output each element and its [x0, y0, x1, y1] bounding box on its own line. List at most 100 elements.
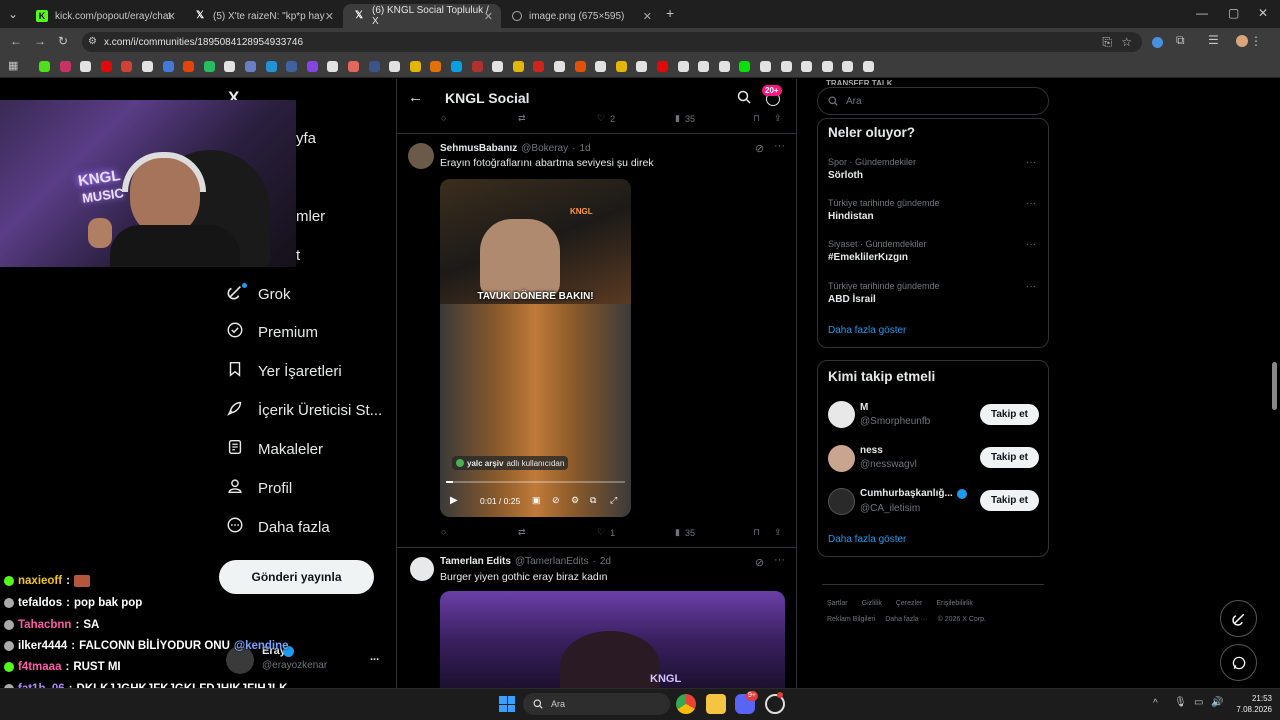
avatar[interactable]	[828, 445, 855, 472]
bookmark-icon[interactable]	[471, 61, 483, 72]
chat-username[interactable]: naxieoff	[18, 575, 62, 587]
bookmark-icon[interactable]	[698, 61, 710, 72]
post-image[interactable]: KNGL	[440, 591, 785, 688]
more-icon[interactable]: ···	[774, 140, 785, 152]
new-tab-button[interactable]: +	[666, 6, 674, 20]
nav-item-more[interactable]: Daha fazla	[226, 515, 330, 539]
tab-kngl-social[interactable]: 𝕏 (6) KNGL Social Topluluk / X ✕	[343, 4, 501, 28]
bookmark-icon[interactable]	[265, 61, 277, 72]
grok-icon[interactable]: ⊘	[755, 142, 764, 155]
avatar[interactable]	[410, 557, 434, 581]
bookmark-icon[interactable]	[677, 61, 689, 72]
close-icon[interactable]: ✕	[484, 10, 493, 23]
share-button[interactable]: ⇪	[774, 113, 782, 124]
show-more-link[interactable]: Daha fazla göster	[828, 534, 906, 545]
nav-item-grok[interactable]: Grok	[226, 282, 291, 306]
bookmark-icon[interactable]	[39, 61, 50, 72]
share-button[interactable]: ⇪	[774, 527, 782, 538]
play-icon[interactable]: ▶	[450, 495, 458, 506]
follow-name[interactable]: Cumhurbaşkanlığ...	[860, 488, 953, 499]
bookmark-icon[interactable]	[203, 61, 215, 72]
bookmark-icon[interactable]	[760, 61, 771, 72]
close-window-button[interactable]: ✕	[1258, 6, 1268, 20]
nav-item-articles[interactable]: Makaleler	[226, 437, 323, 461]
bookmark-icon[interactable]	[554, 61, 565, 72]
maximize-button[interactable]: ▢	[1228, 6, 1239, 20]
author-name[interactable]: Tamerlan Edits	[440, 556, 511, 567]
bookmark-icon[interactable]	[409, 61, 421, 72]
bookmark-icon[interactable]	[162, 61, 174, 72]
scrollbar-thumb[interactable]	[1272, 362, 1277, 410]
site-info-icon[interactable]: ⚙	[88, 35, 97, 49]
nav-item-creator-studio[interactable]: İçerik Üreticisi St...	[226, 398, 382, 422]
address-bar[interactable]: ⚙ x.com/i/communities/189508412895493374…	[82, 32, 1142, 52]
nav-item-partial[interactable]: yfa	[296, 130, 316, 147]
chat-username[interactable]: f4tmaaa	[18, 661, 61, 673]
bookmark-icon[interactable]	[780, 61, 792, 72]
bookmark-button[interactable]: ⊓	[753, 527, 760, 538]
show-more-link[interactable]: Daha fazla göster	[828, 325, 906, 336]
search-icon[interactable]	[737, 90, 751, 109]
chrome-icon[interactable]	[676, 694, 696, 714]
bookmark-button[interactable]: ⊓	[753, 113, 760, 124]
reply-button[interactable]: ○	[441, 527, 446, 537]
bookmark-icon[interactable]	[821, 61, 833, 72]
footer-link[interactable]: Çerezler	[896, 600, 922, 607]
tab-image[interactable]: image.png (675×595) ✕	[502, 4, 660, 28]
author-name[interactable]: SehmusBabanız	[440, 143, 517, 154]
tab-raizen[interactable]: 𝕏 (5) X'te raizeN: "kp*p hayranlar ✕	[184, 4, 342, 28]
bookmark-icon[interactable]	[286, 61, 298, 72]
microphone-icon[interactable]: 🎙	[1174, 696, 1187, 710]
bookmark-icon[interactable]	[430, 61, 442, 72]
follow-button[interactable]: Takip et	[980, 490, 1039, 511]
bookmark-icon[interactable]	[142, 61, 153, 72]
grok-icon[interactable]: ⊘	[755, 556, 764, 569]
bookmark-icon[interactable]	[183, 61, 195, 72]
fullscreen-icon[interactable]: ⤢	[610, 495, 617, 506]
footer-link[interactable]: Reklam Bilgileri	[827, 616, 875, 623]
bookmark-icon[interactable]	[636, 61, 648, 72]
close-icon[interactable]: ✕	[167, 10, 176, 23]
windows-start-icon[interactable]	[499, 696, 515, 712]
author-handle[interactable]: @Bokeray	[521, 143, 568, 154]
taskbar-search[interactable]: Ara	[523, 693, 670, 715]
nav-item-profile[interactable]: Profil	[226, 476, 292, 500]
forward-icon[interactable]: →	[34, 34, 46, 48]
footer-link[interactable]: Erişilebilirlik	[936, 600, 973, 607]
footer-link[interactable]: Gizlilik	[862, 600, 882, 607]
apps-icon[interactable]: ▦	[8, 59, 18, 73]
more-icon[interactable]: ···	[1026, 198, 1036, 209]
author-handle[interactable]: @TamerlanEdits	[515, 556, 589, 567]
chat-username[interactable]: Tahacbnn	[18, 619, 71, 631]
volume-icon[interactable]: 🔊	[1211, 696, 1223, 710]
search-input[interactable]: Ara	[817, 87, 1049, 115]
trend-item[interactable]: Spor · Gündemdekiler Sörloth	[828, 157, 916, 181]
tab-search-icon[interactable]: ⌄	[8, 7, 18, 21]
trend-item[interactable]: Siyaset · Gündemdekiler #EmeklilerKızgın	[828, 239, 927, 263]
follow-name[interactable]: ness	[860, 445, 883, 456]
more-icon[interactable]: ···	[1026, 157, 1036, 168]
bookmark-icon[interactable]	[368, 61, 380, 72]
bookmark-icon[interactable]	[80, 61, 92, 72]
bookmark-icon[interactable]	[615, 61, 627, 72]
bookmark-icon[interactable]	[389, 61, 401, 72]
follow-button[interactable]: Takip et	[980, 404, 1039, 425]
nav-item-partial[interactable]: t	[296, 247, 300, 264]
post-time[interactable]: 2d	[600, 556, 611, 567]
follow-button[interactable]: Takip et	[980, 447, 1039, 468]
like-button[interactable]: ♡ 1	[597, 527, 615, 538]
trend-item[interactable]: Türkiye tarihinde gündemde ABD İsrail	[828, 281, 940, 305]
bookmark-icon[interactable]	[245, 61, 256, 72]
bookmark-icon[interactable]	[801, 61, 813, 72]
install-icon[interactable]: ⎘	[1102, 35, 1112, 49]
back-arrow-icon[interactable]: ←	[408, 89, 423, 106]
taskbar-clock[interactable]: 21:53 7.08.2026	[1232, 693, 1272, 715]
post-button[interactable]: Gönderi yayınla	[219, 560, 374, 594]
reload-icon[interactable]: ↻	[58, 34, 68, 48]
repost-button[interactable]: ⇄	[518, 527, 526, 538]
bookmark-icon[interactable]	[863, 61, 874, 72]
pip-icon[interactable]: ⧉	[590, 495, 596, 506]
post-video[interactable]: KNGL TAVUK DÖNERE BAKIN! yalc arşiv adlı…	[440, 179, 631, 517]
more-icon[interactable]: ···	[1026, 239, 1036, 250]
grok-float-button[interactable]	[1220, 600, 1257, 637]
